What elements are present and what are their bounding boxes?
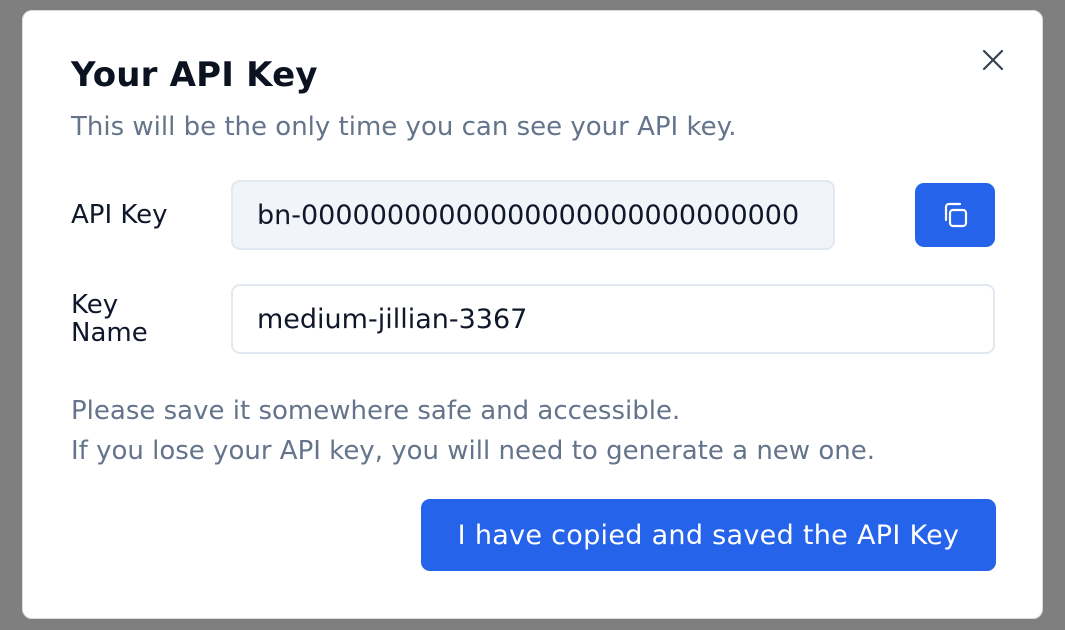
close-icon: [982, 49, 1004, 71]
save-notice-line: Please save it somewhere safe and access…: [71, 396, 681, 426]
modal-title: Your API Key: [71, 55, 318, 95]
save-notice: Please save it somewhere safe and access…: [71, 391, 875, 471]
save-notice-line: If you lose your API key, you will need …: [71, 436, 875, 466]
api-key-label: API Key: [71, 200, 168, 230]
api-key-field[interactable]: [231, 180, 835, 250]
close-button[interactable]: [978, 45, 1008, 75]
key-name-label: Key Name: [71, 290, 148, 348]
copy-icon: [944, 202, 968, 228]
modal-subtitle: This will be the only time you can see y…: [71, 112, 737, 142]
copy-button[interactable]: [915, 183, 995, 247]
key-name-field[interactable]: [231, 284, 995, 354]
confirm-saved-button[interactable]: I have copied and saved the API Key: [421, 499, 996, 571]
api-key-modal: Your API Key This will be the only time …: [22, 10, 1043, 619]
